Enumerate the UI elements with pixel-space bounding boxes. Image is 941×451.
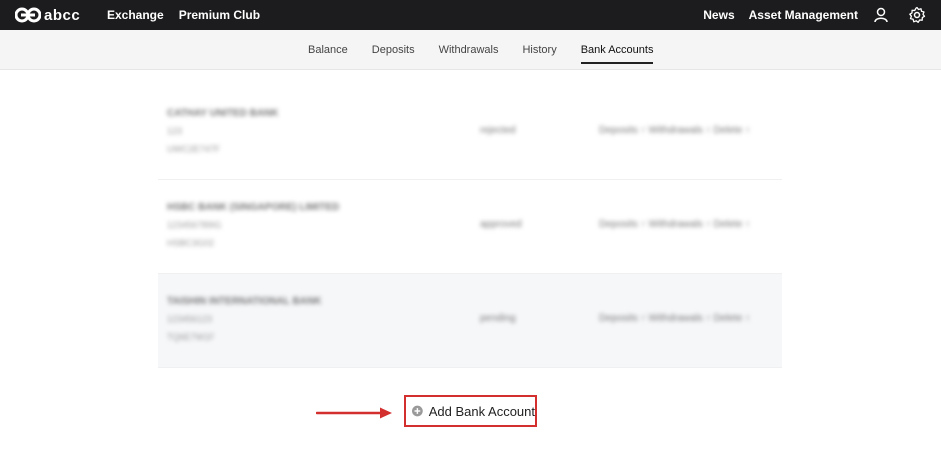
add-bank-account-label: Add Bank Account (428, 403, 535, 419)
tab-bank-accounts[interactable]: Bank Accounts (580, 30, 653, 69)
account-number: 123456789IG (167, 220, 222, 230)
tab-balance[interactable]: Balance (308, 30, 348, 69)
nav-exchange[interactable]: Exchange (107, 8, 164, 22)
status-text: pending (480, 313, 516, 324)
account-number: 123456123 (167, 314, 213, 324)
top-navbar: abcc Exchange Premium Club News Asset Ma… (0, 0, 941, 30)
brand-name: abcc (44, 6, 81, 24)
row-actions[interactable]: Deposits ↑ Withdrawals ↑ Delete ↑ (599, 313, 750, 324)
status-text: approved (480, 219, 522, 230)
red-arrow-icon (316, 407, 392, 419)
settings-gear-icon[interactable] (908, 6, 926, 24)
abcc-logo-icon (15, 7, 41, 23)
row-actions[interactable]: Deposits ↑ Withdrawals ↑ Delete ↑ (599, 219, 750, 230)
add-bank-account-button[interactable]: Add Bank Account (404, 395, 537, 427)
swift-code: UWC2E747F (167, 144, 221, 154)
row-actions[interactable]: Deposits ↑ Withdrawals ↑ Delete ↑ (599, 125, 750, 136)
tab-deposits[interactable]: Deposits (372, 30, 415, 69)
status-text: rejected (480, 125, 516, 136)
bank-account-row: CATHAY UNITED BANK 123 UWC2E747F rejecte… (158, 86, 782, 180)
plus-circle-icon (412, 405, 423, 417)
nav-news[interactable]: News (703, 8, 734, 22)
swift-code: HSBC3G02 (167, 238, 215, 248)
bank-name: CATHAY UNITED BANK (167, 108, 279, 119)
bank-name: HSBC BANK (SINGAPORE) LIMITED (167, 202, 340, 213)
tab-withdrawals[interactable]: Withdrawals (439, 30, 499, 69)
nav-asset-management[interactable]: Asset Management (749, 8, 858, 22)
nav-premium-club[interactable]: Premium Club (179, 8, 260, 22)
account-number: 123 (167, 126, 183, 136)
user-icon[interactable] (872, 6, 890, 24)
bank-name: TAISHIN INTERNATIONAL BANK (167, 296, 322, 307)
wallet-subnav: Balance Deposits Withdrawals History Ban… (0, 30, 941, 70)
bank-accounts-list: CATHAY UNITED BANK 123 UWC2E747F rejecte… (158, 86, 782, 368)
abcc-logo[interactable]: abcc (15, 3, 80, 27)
bank-account-row: TAISHIN INTERNATIONAL BANK 123456123 TQ6… (158, 274, 782, 368)
tab-history[interactable]: History (522, 30, 556, 69)
swift-code: TQ6E7W1F (167, 332, 215, 342)
bank-account-row: HSBC BANK (SINGAPORE) LIMITED 123456789I… (158, 180, 782, 274)
